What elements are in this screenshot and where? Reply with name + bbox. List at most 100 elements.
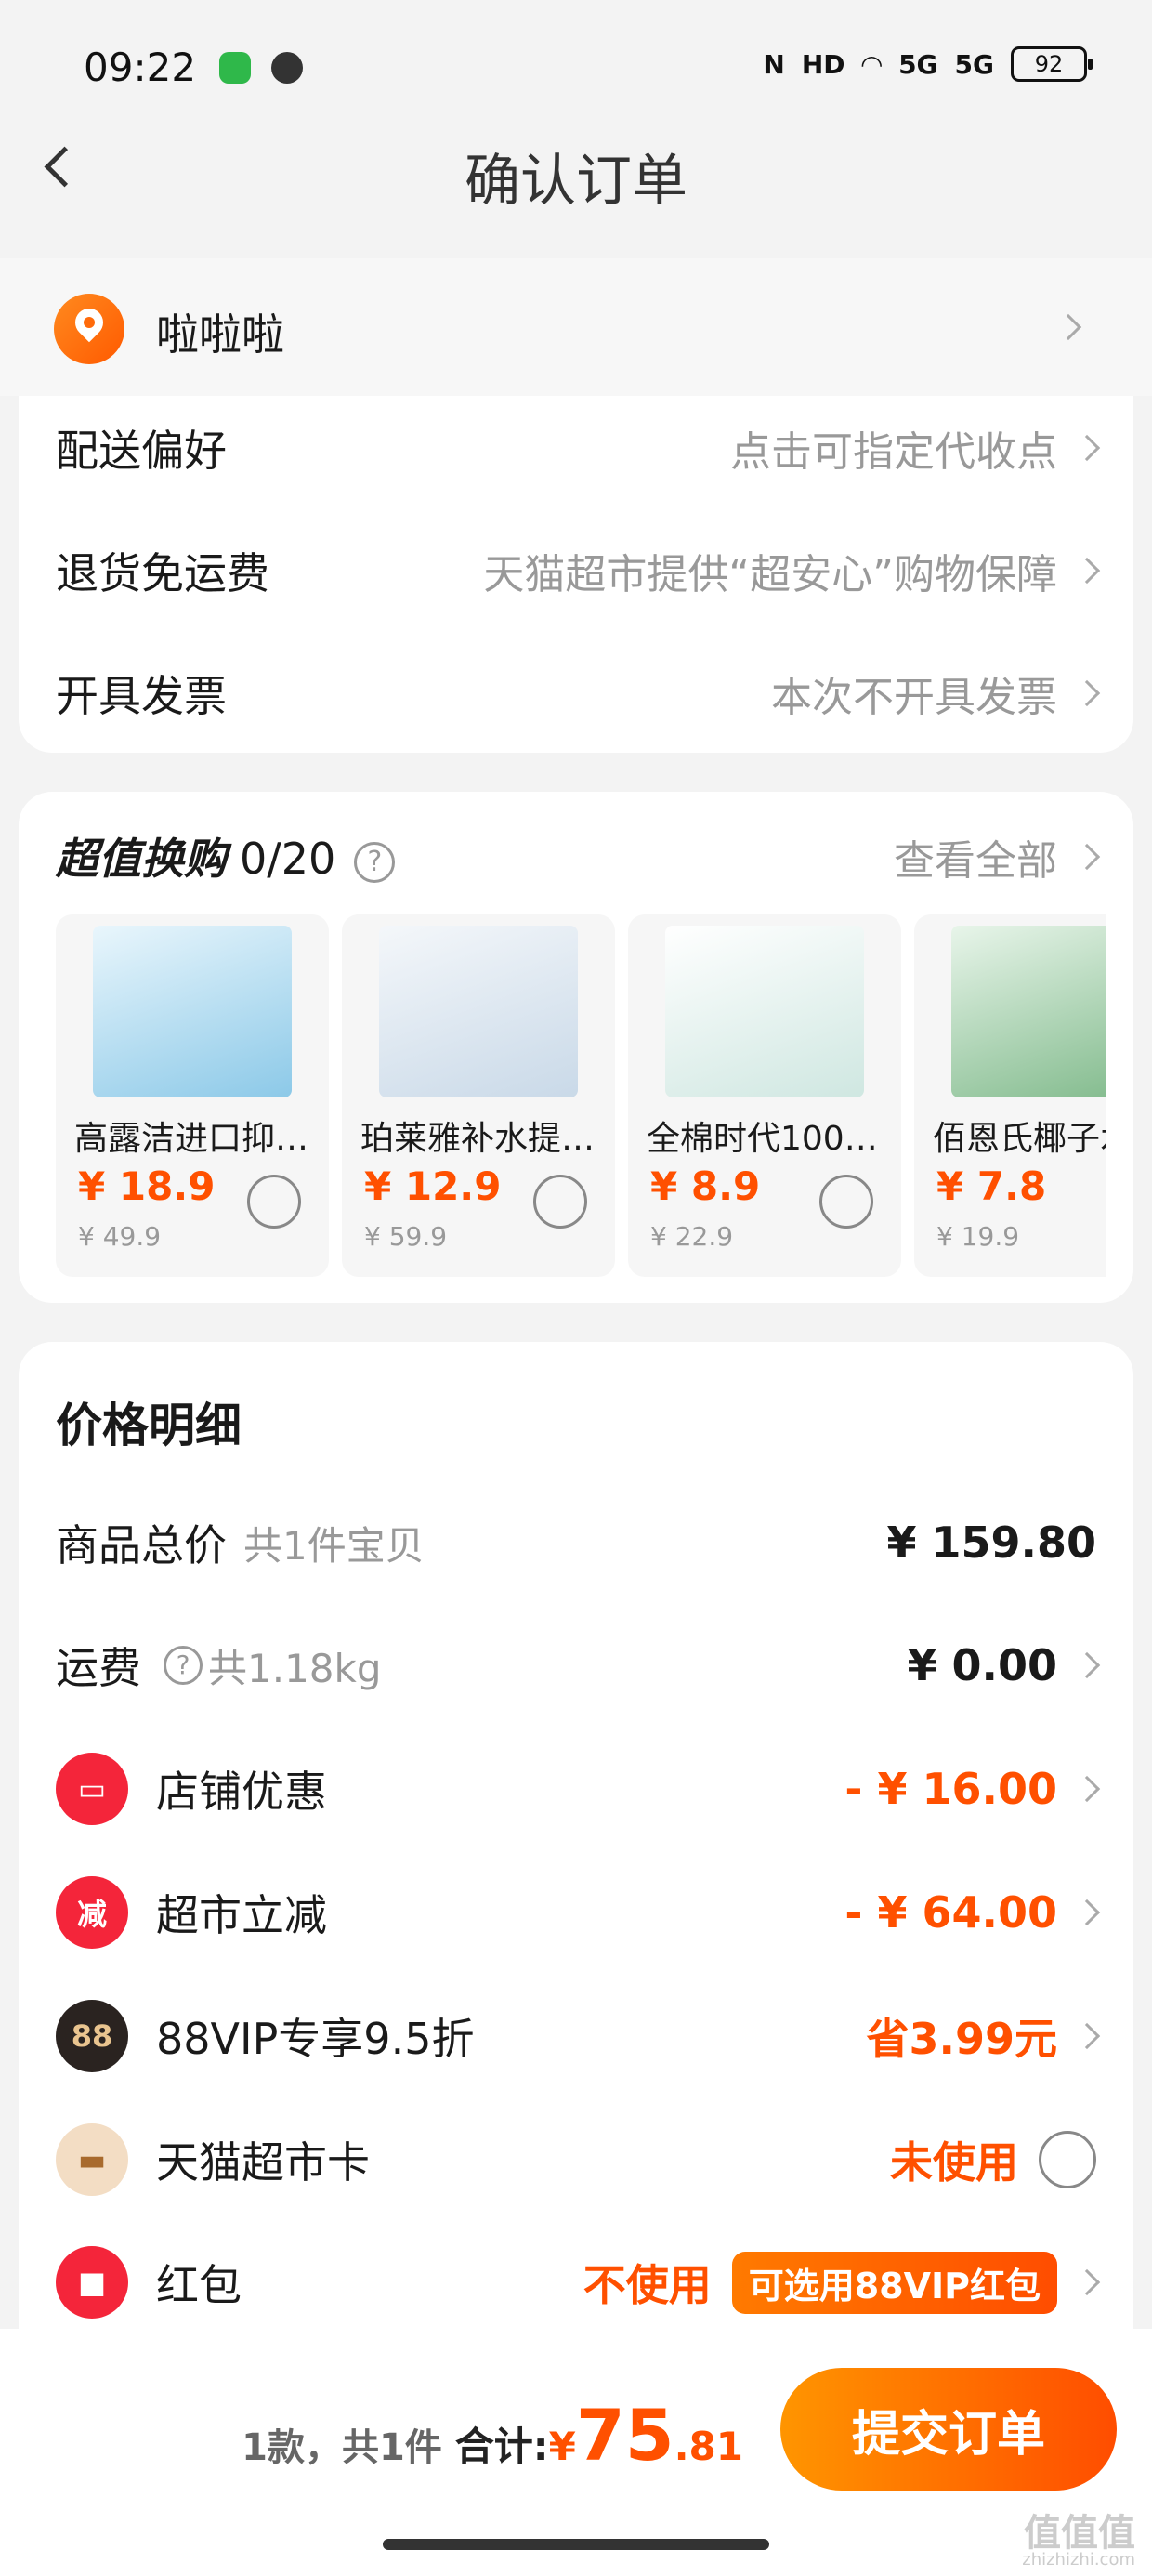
return-shipping-label: 退货免运费 [56, 548, 269, 598]
product-card[interactable]: 全棉时代100%棉柔巾 ¥ 8.9 ¥ 22.9 [628, 914, 901, 1277]
message-app-icon [219, 52, 251, 84]
exchange-title-text: 超值换购 [56, 834, 227, 884]
vip-red-packet-tag[interactable]: 可选用88VIP红包 [731, 2251, 1057, 2314]
wechat-icon [271, 52, 303, 84]
shop-discount-value: - ¥ 16.00 [844, 1764, 1057, 1814]
delivery-preference-row[interactable]: 配送偏好 点击可指定代收点 [56, 411, 1101, 485]
price-detail-title: 价格明细 [56, 1399, 242, 1452]
chevron-right-icon [1073, 1899, 1101, 1926]
shipping-row[interactable]: 运费? 共1.18kg ¥ 0.00 [56, 1623, 1101, 1707]
vip-discount-row[interactable]: 88 88VIP专享9.5折 省3.99元 [56, 1994, 1101, 2078]
product-price: ¥ 7.8 [936, 1163, 1047, 1209]
product-name: 高露洁进口抑菌漱口水 [74, 1120, 318, 1158]
nfc-icon: N [763, 48, 785, 80]
hd-icon: HD [801, 48, 845, 80]
goods-total-sub: 共1件宝贝 [243, 1522, 425, 1569]
delivery-card: 配送偏好 点击可指定代收点 退货免运费 天猫超市提供“超安心”购物保障 开具发票… [19, 396, 1133, 753]
chevron-right-icon [1054, 313, 1082, 341]
address-name: 啦啦啦 [156, 309, 284, 360]
product-select-radio[interactable] [819, 1175, 873, 1229]
watermark-sub: zhizhizhi.com [1022, 2550, 1135, 2569]
location-pin-icon [54, 294, 124, 364]
product-price: ¥ 18.9 [78, 1163, 216, 1209]
delivery-preference-value: 点击可指定代收点 [730, 428, 1057, 476]
product-card[interactable]: 佰恩氏椰子水 ¥ 7.8 ¥ 19.9 [914, 914, 1106, 1277]
help-icon[interactable]: ? [164, 1646, 203, 1685]
product-price: ¥ 12.9 [364, 1163, 502, 1209]
return-shipping-row[interactable]: 退货免运费 天猫超市提供“超安心”购物保障 [56, 533, 1101, 608]
watermark-main: 值值值 [1024, 2512, 1135, 2555]
market-cut-label: 超市立减 [156, 1890, 327, 1940]
product-select-radio[interactable] [247, 1175, 301, 1229]
home-indicator[interactable] [383, 2539, 769, 2550]
product-card[interactable]: 高露洁进口抑菌漱口水 ¥ 18.9 ¥ 49.9 [56, 914, 329, 1277]
signal-1-icon: 5G [898, 48, 938, 80]
market-card-row[interactable]: ▬ 天猫超市卡 未使用 [56, 2118, 1096, 2201]
chevron-right-icon [1073, 434, 1101, 462]
product-image [951, 926, 1106, 1097]
market-cut-value: - ¥ 64.00 [844, 1887, 1057, 1938]
shop-discount-row[interactable]: ▭ 店铺优惠 - ¥ 16.00 [56, 1747, 1101, 1831]
product-card[interactable]: 珀莱雅补水提亮套装 ¥ 12.9 ¥ 59.9 [342, 914, 615, 1277]
status-time: 09:22 [84, 45, 197, 90]
red-packet-label: 红包 [156, 2260, 242, 2310]
card-icon: ▬ [56, 2123, 128, 2196]
signal-2-icon: 5G [954, 48, 994, 80]
shipping-label: 运费 [56, 1643, 141, 1693]
vip-88-icon: 88 [56, 2000, 128, 2072]
invoice-label: 开具发票 [56, 671, 227, 721]
red-packet-icon: ■ [56, 2246, 128, 2319]
delivery-preference-label: 配送偏好 [56, 426, 227, 476]
currency-symbol: ¥ [548, 2424, 576, 2469]
market-card-label: 天猫超市卡 [156, 2137, 370, 2188]
product-image [93, 926, 292, 1097]
shop-discount-label: 店铺优惠 [156, 1767, 327, 1817]
chevron-right-icon [1073, 1651, 1101, 1679]
chevron-right-icon [1073, 1775, 1101, 1803]
vip-discount-label: 88VIP专享9.5折 [156, 2014, 475, 2064]
chevron-right-icon [1073, 843, 1101, 871]
shipping-weight: 共1.18kg [208, 1645, 382, 1691]
coupon-icon: ▭ [56, 1753, 128, 1825]
view-all-link[interactable]: 查看全部 [894, 827, 1101, 887]
page-title: 确认订单 [465, 149, 687, 214]
product-select-radio[interactable] [533, 1175, 587, 1229]
total-label: 合计: [454, 2424, 549, 2469]
status-bar: 09:22 N HD ◠ 5G 5G 92 [0, 0, 1152, 139]
item-count: 1款，共1件 [242, 2426, 442, 2469]
discount-icon: 减 [56, 1876, 128, 1949]
wifi-icon: ◠ [861, 48, 883, 80]
market-card-value: 未使用 [890, 2137, 1018, 2188]
product-image [379, 926, 578, 1097]
vip-discount-value: 省3.99元 [866, 2014, 1058, 2064]
product-old-price: ¥ 22.9 [650, 1221, 734, 1252]
exchange-card: 超值换购 0/20? 查看全部 高露洁进口抑菌漱口水 ¥ 18.9 ¥ 49.9 … [19, 792, 1133, 1303]
chevron-right-icon [1073, 2022, 1101, 2050]
product-price: ¥ 8.9 [650, 1163, 761, 1209]
red-packet-row[interactable]: ■ 红包 不使用 可选用88VIP红包 [56, 2241, 1101, 2324]
market-cut-row[interactable]: 减超市立减 - ¥ 64.00 [56, 1871, 1101, 1954]
submit-order-button[interactable]: 提交订单 [780, 2368, 1117, 2491]
red-packet-value: 不使用 [583, 2260, 712, 2310]
goods-total-row: 商品总价 共1件宝贝 ¥ 159.80 [56, 1501, 1096, 1584]
market-card-radio[interactable] [1039, 2131, 1096, 2188]
nav-bar: 确认订单 [0, 121, 1152, 214]
address-row[interactable]: 啦啦啦 [0, 258, 1152, 396]
goods-total-value: ¥ 159.80 [886, 1518, 1096, 1568]
status-indicators: N HD ◠ 5G 5G 92 [763, 46, 1093, 82]
return-shipping-value: 天猫超市提供“超安心”购物保障 [483, 551, 1057, 598]
price-detail-card: 价格明细 商品总价 共1件宝贝 ¥ 159.80 运费? 共1.18kg ¥ 0.0… [19, 1342, 1133, 2329]
help-icon[interactable]: ? [354, 841, 396, 883]
view-all-label: 查看全部 [894, 837, 1057, 885]
invoice-row[interactable]: 开具发票 本次不开具发票 [56, 656, 1101, 730]
invoice-value: 本次不开具发票 [771, 674, 1057, 721]
shipping-value: ¥ 0.00 [907, 1640, 1057, 1690]
product-name: 珀莱雅补水提亮套装 [360, 1120, 604, 1158]
total-integer: 75 [575, 2394, 674, 2477]
product-old-price: ¥ 49.9 [78, 1221, 162, 1252]
total-decimal: .81 [674, 2424, 743, 2469]
goods-total-label: 商品总价 [56, 1520, 227, 1571]
product-name: 全棉时代100%棉柔巾 [647, 1120, 890, 1158]
battery-icon: 92 [1011, 46, 1093, 82]
chevron-right-icon [1073, 2268, 1101, 2296]
